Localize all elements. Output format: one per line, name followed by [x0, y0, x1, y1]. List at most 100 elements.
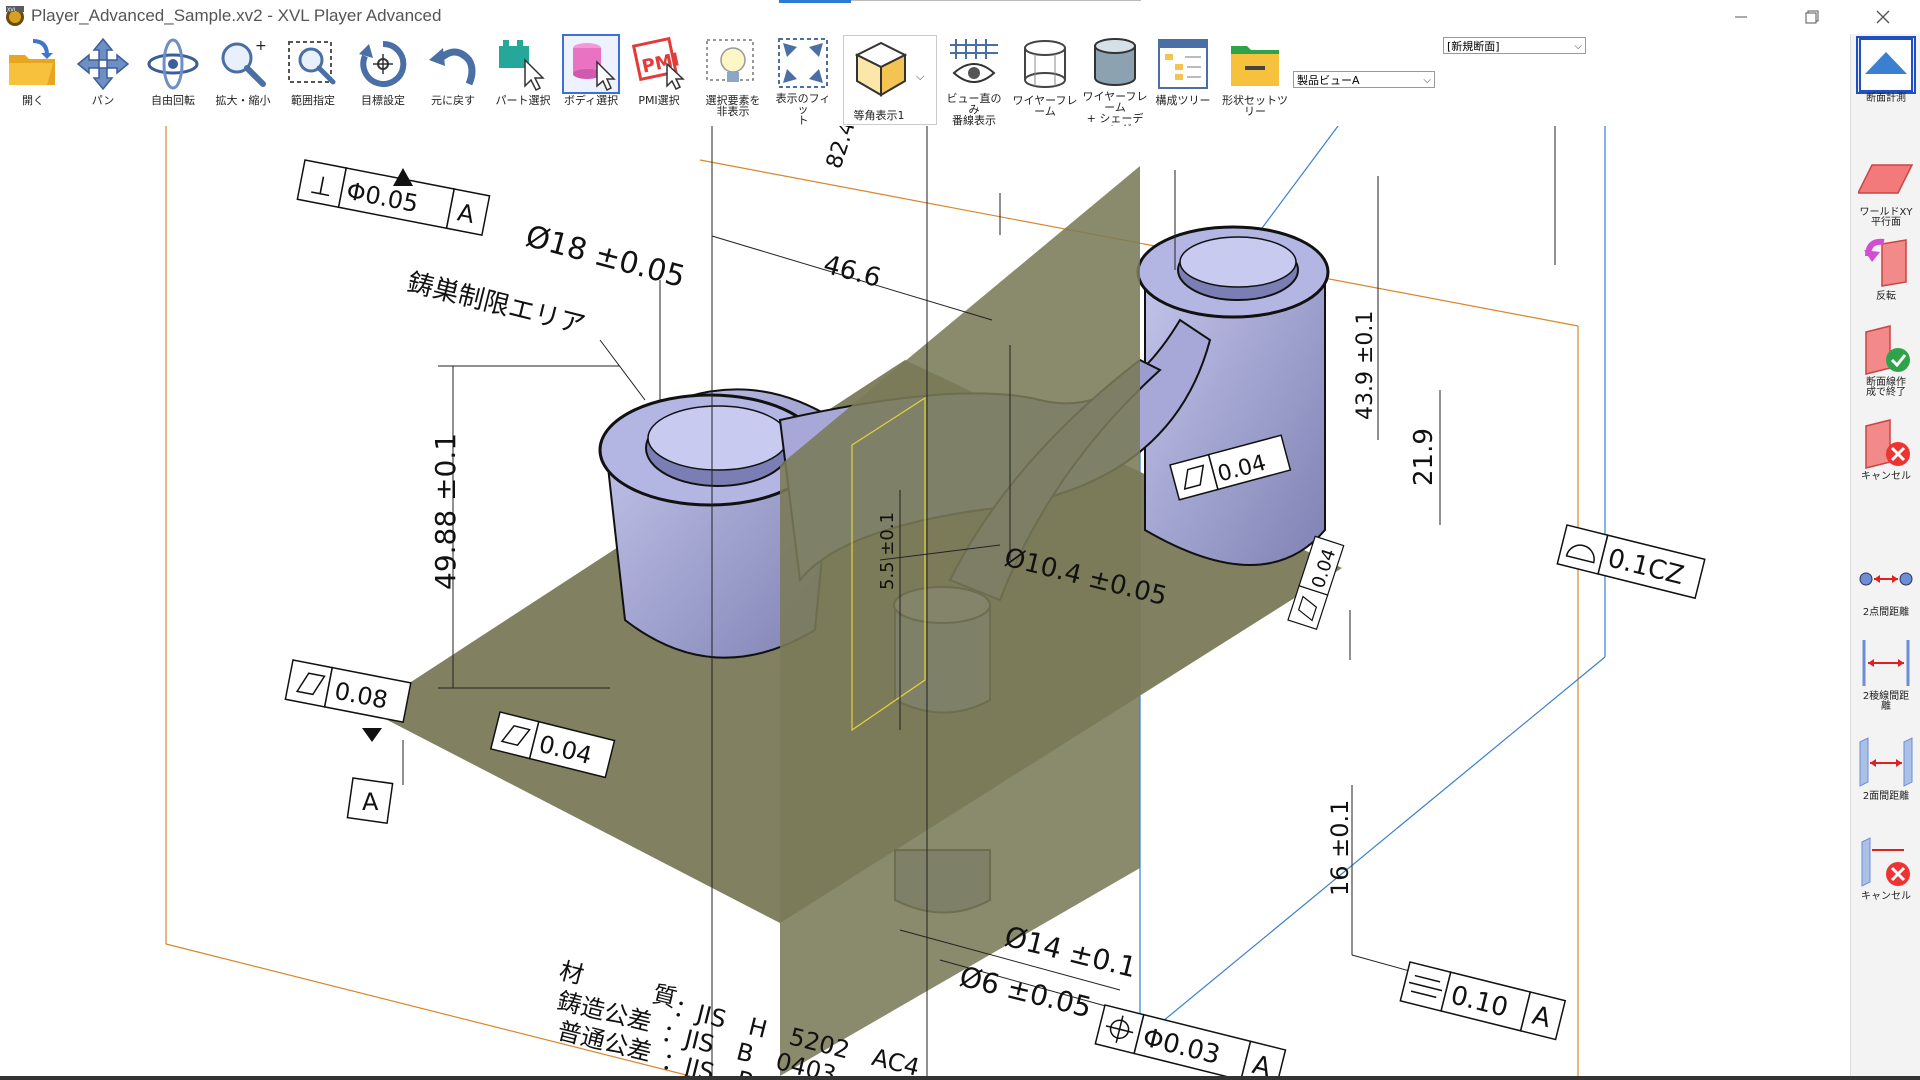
dim-49-88: 49.88 ±0.1: [429, 433, 462, 590]
structure-tree-button[interactable]: 構成ツリー: [1152, 34, 1214, 126]
wireframe-label: ワイヤーフレーム: [1012, 94, 1078, 118]
isometric-view-label: 等角表示1: [853, 109, 905, 122]
main-toolbar: 開く パン 自由回転 + 拡大・縮小 範囲指定 目標設定 元に戻す パート選択 …: [0, 34, 1435, 135]
world-xy-plane-icon: [1856, 150, 1916, 208]
part-select-button[interactable]: パート選択: [492, 34, 554, 126]
pan-arrows-icon: [74, 34, 132, 94]
model-canvas[interactable]: 鋳巣制限エリア Ø18 ±0.05 46.6 82.4 49.88 ±0.1 5…: [0, 126, 1850, 1076]
pan-label: パン: [91, 94, 115, 107]
isometric-view-dropdown[interactable]: ⌵ 等角表示1: [843, 35, 937, 125]
undo-icon: [424, 34, 482, 94]
chevron-down-icon: ⌵: [916, 70, 925, 83]
fit-view-button[interactable]: 表示のフィッ ト: [772, 34, 834, 126]
isometric-cube-icon: [849, 39, 911, 103]
open-label: 開く: [22, 94, 44, 107]
section-finish-button[interactable]: 断面線作 成で終了: [1851, 320, 1920, 398]
measure-cancel-icon: [1856, 834, 1916, 892]
product-view-value: 製品ビューA: [1297, 74, 1360, 87]
two-point-distance-button[interactable]: 2点間距離: [1851, 550, 1920, 618]
wireframe-cylinder-icon: [1016, 34, 1074, 94]
product-view-select[interactable]: 製品ビューA ⌵: [1293, 71, 1435, 88]
chevron-down-icon: ⌵: [1423, 75, 1431, 86]
window-title: Player_Advanced_Sample.xv2 - XVL Player …: [31, 6, 442, 25]
pan-button[interactable]: パン: [72, 34, 134, 126]
view-edge-label: ビュー直のみ 番線表示: [946, 92, 1002, 127]
fcf-profile: 0.1CZ: [1556, 524, 1706, 600]
section-cancel-icon: [1856, 414, 1916, 472]
two-edge-distance-icon: [1856, 634, 1916, 692]
minimize-icon[interactable]: [1718, 2, 1764, 32]
flip-button[interactable]: 反転: [1851, 234, 1920, 302]
free-rotate-button[interactable]: 自由回転: [142, 34, 204, 126]
folder-open-icon: [4, 34, 62, 94]
zoom-area-button[interactable]: 範囲指定: [282, 34, 344, 126]
target-set-label: 目標設定: [361, 94, 405, 107]
fit-view-icon: [774, 34, 832, 92]
chevron-down-icon: ⌵: [1574, 41, 1582, 52]
body-select-icon: [562, 34, 620, 94]
zoom-button[interactable]: + 拡大・縮小: [212, 34, 274, 126]
two-face-distance-icon: [1856, 734, 1916, 792]
two-face-distance-button[interactable]: 2面間距離: [1851, 734, 1920, 802]
open-button[interactable]: 開く: [2, 34, 64, 126]
section-select[interactable]: [新規断面] ⌵: [1443, 37, 1586, 54]
world-xy-plane-button[interactable]: ワールドXY 平行面: [1851, 150, 1920, 228]
section-measure-label: 断面計測: [1866, 93, 1906, 104]
section-cancel-button[interactable]: キャンセル: [1851, 414, 1920, 482]
tree-icon: [1154, 34, 1212, 94]
zoom-icon: +: [214, 34, 272, 94]
shape-set-tree-label: 形状セットツ リー: [1222, 94, 1288, 118]
fcf-perpendicularity: ⊥ Φ0.05 A: [296, 159, 491, 237]
title-bar: XVL Player_Advanced_Sample.xv2 - XVL Pla…: [0, 0, 1920, 34]
measure-cancel-button[interactable]: キャンセル: [1851, 834, 1920, 902]
fcf-position: Φ0.03 A: [1094, 1004, 1287, 1076]
two-edge-distance-label: 2稜線間距 離: [1862, 691, 1910, 712]
pmi-select-label: PMI選択: [638, 94, 680, 107]
wireframe-button[interactable]: ワイヤーフレーム: [1012, 34, 1078, 126]
shaded-cylinder-icon: [1086, 34, 1144, 90]
structure-tree-label: 構成ツリー: [1155, 94, 1211, 107]
part-select-label: パート選択: [495, 94, 551, 107]
dim-5-5: 5.5 ±0.1: [877, 512, 898, 590]
datum-a-label: A: [362, 788, 379, 816]
pmi-select-button[interactable]: PMI PMI選択: [628, 34, 690, 126]
two-edge-distance-button[interactable]: 2稜線間距 離: [1851, 634, 1920, 712]
3d-viewport[interactable]: 鋳巣制限エリア Ø18 ±0.05 46.6 82.4 49.88 ±0.1 5…: [0, 126, 1850, 1076]
restore-icon[interactable]: [1789, 2, 1835, 32]
measure-cancel-label: キャンセル: [1861, 891, 1911, 902]
world-xy-plane-label: ワールドXY 平行面: [1859, 207, 1913, 228]
shape-set-tree-button[interactable]: 形状セットツ リー: [1222, 34, 1288, 126]
undo-button[interactable]: 元に戻す: [422, 34, 484, 126]
svg-text:+: +: [255, 38, 267, 54]
title-accent-line: [851, 0, 1141, 1]
dim-43-9: 43.9 ±0.1: [1353, 311, 1378, 420]
flip-icon: [1856, 234, 1916, 292]
title-accent-bar: [779, 0, 851, 3]
two-point-distance-icon: [1856, 550, 1916, 608]
dim-21-9: 21.9: [1409, 428, 1439, 486]
dim-46-6: 46.6: [820, 250, 884, 294]
section-cancel-label: キャンセル: [1861, 471, 1911, 482]
section-finish-label: 断面線作 成で終了: [1866, 377, 1906, 398]
zoom-label: 拡大・縮小: [215, 94, 271, 107]
body-select-label: ボディ選択: [563, 94, 619, 107]
flip-label: 反転: [1876, 291, 1896, 302]
close-icon[interactable]: [1860, 2, 1906, 32]
section-measure-icon: [1856, 36, 1916, 94]
section-measure-button[interactable]: 断面計測: [1851, 36, 1920, 104]
part-select-icon: [494, 34, 552, 94]
dim-16: 16 ±0.1: [1326, 800, 1354, 896]
zoom-area-label: 範囲指定: [291, 94, 335, 107]
shape-set-folder-icon: [1226, 34, 1284, 94]
two-point-distance-label: 2点間距離: [1862, 607, 1910, 618]
fcf-symmetry: 0.10 A: [1399, 961, 1567, 1041]
body-select-button[interactable]: ボディ選択: [560, 34, 622, 126]
wireframe-shading-button[interactable]: ワイヤーフレーム + シェーディング: [1082, 34, 1148, 135]
view-edge-button[interactable]: ビュー直のみ 番線表示: [943, 34, 1005, 126]
rotate-orbit-icon: [144, 34, 202, 94]
target-set-button[interactable]: 目標設定: [352, 34, 414, 126]
section-select-value: [新規断面]: [1447, 40, 1500, 53]
zoom-area-icon: [284, 34, 342, 94]
hide-selected-button[interactable]: 選択要素を 非表示: [702, 34, 764, 126]
fcf-flatness-1: 0.08: [284, 659, 412, 724]
